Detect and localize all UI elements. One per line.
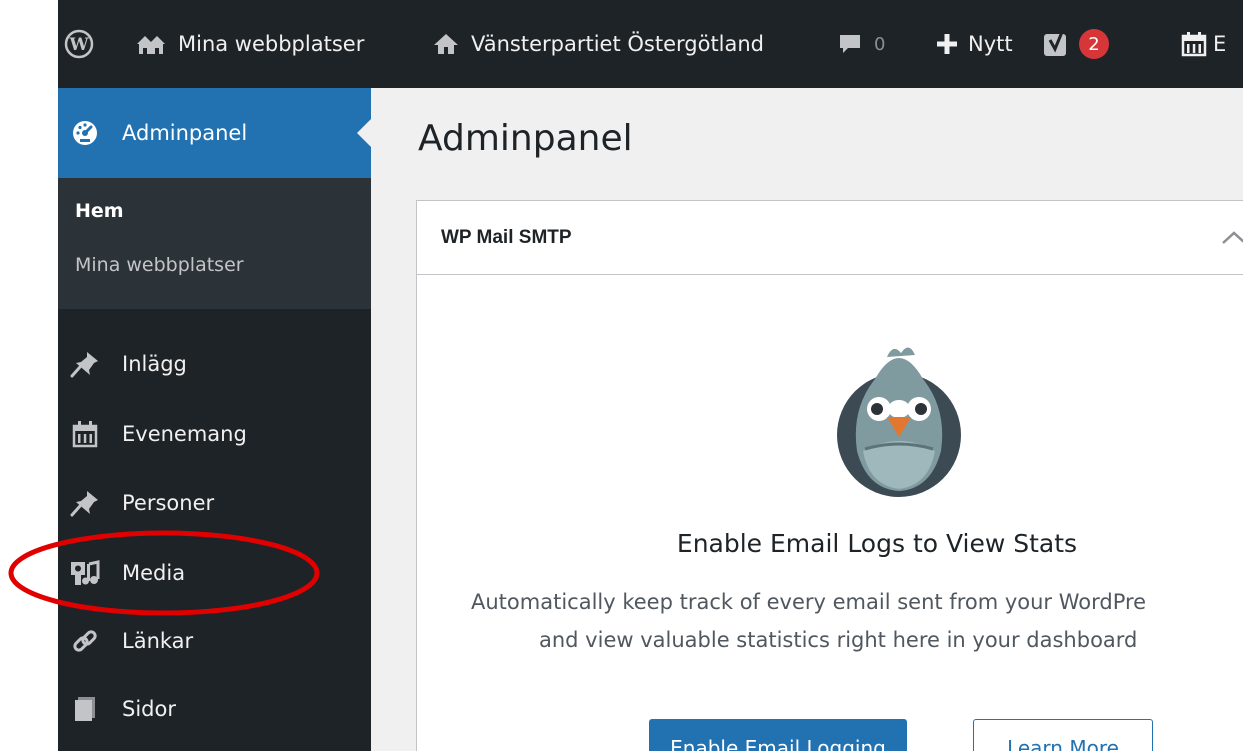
events-menu[interactable]: E	[1181, 0, 1226, 88]
plus-icon	[936, 33, 958, 55]
sidebar-item-lankar[interactable]: Länkar	[58, 612, 371, 670]
my-sites-menu[interactable]: Mina webbplatser	[134, 0, 364, 88]
svg-text:W: W	[68, 35, 89, 55]
yoast-icon	[1043, 30, 1071, 58]
sidebar-item-label: Evenemang	[122, 422, 247, 446]
sidebar-item-label: Media	[122, 561, 186, 585]
wordpress-admin-window: W Mina webbplatser Vänsterpartiet Österg…	[58, 0, 1243, 751]
pigeon-mascot-icon	[835, 339, 963, 503]
my-sites-label: Mina webbplatser	[178, 32, 365, 56]
comments-menu[interactable]: 0	[838, 0, 885, 88]
dashboard-submenu: Hem Mina webbplatser	[58, 178, 371, 309]
learn-more-button[interactable]: Learn More	[973, 719, 1153, 751]
events-label: E	[1213, 32, 1227, 56]
sidebar-item-personer[interactable]: Personer	[58, 474, 371, 532]
dashboard-icon	[68, 116, 102, 150]
empty-state-title: Enable Email Logs to View Stats	[676, 529, 1078, 558]
description-line-2: and view valuable statistics right here …	[539, 628, 1138, 652]
pushpin-icon	[68, 347, 102, 381]
sidebar-item-label: Personer	[122, 491, 215, 515]
sidebar-item-evenemang[interactable]: Evenemang	[58, 405, 371, 463]
home-icon	[433, 32, 459, 56]
yoast-menu[interactable]: 2	[1043, 0, 1109, 88]
wp-mail-smtp-widget: WP Mail SMTP Enable Email Logs to View S…	[416, 200, 1243, 751]
sidebar-item-sidor[interactable]: Sidor	[58, 680, 371, 738]
submenu-item-my-sites[interactable]: Mina webbplatser	[75, 254, 244, 276]
calendar-icon	[1181, 31, 1207, 57]
description-line-1: Automatically keep track of every email …	[471, 590, 1147, 614]
widget-header: WP Mail SMTP	[417, 201, 1243, 275]
sidebar-item-inlagg[interactable]: Inlägg	[58, 335, 371, 393]
media-icon	[68, 556, 102, 590]
sidebar-item-label: Inlägg	[122, 352, 187, 376]
link-icon	[68, 624, 102, 658]
my-sites-icon	[134, 31, 168, 57]
page-title: Adminpanel	[418, 118, 633, 159]
page-icon	[68, 692, 102, 726]
site-name-label: Vänsterpartiet Östergötland	[471, 32, 765, 56]
new-content-menu[interactable]: Nytt	[936, 0, 1013, 88]
calendar-icon	[68, 417, 102, 451]
comments-count: 0	[874, 33, 886, 55]
wordpress-logo-icon[interactable]: W	[64, 0, 94, 88]
admin-sidebar: Adminpanel Hem Mina webbplatser Inlägg E…	[58, 88, 371, 751]
notification-badge: 2	[1079, 29, 1109, 59]
site-name-menu[interactable]: Vänsterpartiet Östergötland	[433, 0, 764, 88]
sidebar-item-label: Adminpanel	[122, 121, 248, 145]
sidebar-item-adminpanel[interactable]: Adminpanel	[58, 88, 371, 178]
widget-title: WP Mail SMTP	[441, 227, 572, 248]
admin-bar: W Mina webbplatser Vänsterpartiet Österg…	[58, 0, 1243, 88]
sidebar-item-label: Länkar	[122, 629, 194, 653]
sidebar-item-label: Sidor	[122, 697, 176, 721]
submenu-item-hem[interactable]: Hem	[75, 200, 124, 222]
sidebar-item-media[interactable]: Media	[58, 544, 371, 602]
new-label: Nytt	[968, 32, 1013, 56]
active-menu-pointer	[357, 119, 371, 147]
pushpin-icon	[68, 486, 102, 520]
collapse-toggle-icon[interactable]	[1219, 227, 1243, 253]
enable-email-logging-button[interactable]: Enable Email Logging	[649, 719, 907, 751]
comment-icon	[838, 32, 862, 56]
